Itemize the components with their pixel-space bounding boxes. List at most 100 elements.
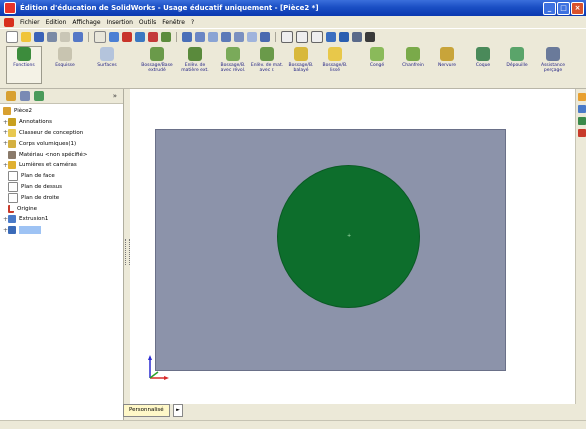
toolbar-separator — [275, 31, 276, 42]
chamfer-icon — [406, 47, 420, 61]
standard-views-icon[interactable] — [260, 31, 270, 42]
selected-item-highlight — [19, 226, 41, 235]
tree-item-lights-cameras[interactable]: + Lumières et caméras — [0, 160, 123, 171]
file-explorer-icon[interactable] — [577, 117, 586, 125]
save-icon[interactable] — [34, 31, 44, 42]
rib-icon — [440, 47, 454, 61]
shell-icon — [476, 47, 490, 61]
undo-icon[interactable] — [73, 31, 83, 42]
menu-edition[interactable]: Edition — [43, 19, 70, 26]
rotate-view-icon[interactable] — [234, 31, 244, 42]
part-icon — [3, 107, 11, 116]
sketch-plane[interactable]: + — [155, 129, 506, 371]
chamfer-button[interactable]: Chanfrein — [396, 47, 430, 68]
tree-item-annotations[interactable]: + Annotations — [0, 117, 123, 128]
hidden-removed-icon[interactable] — [311, 30, 323, 43]
extruded-boss-button[interactable]: Bossage/Base extrudé — [140, 47, 174, 73]
options-icon[interactable] — [109, 31, 119, 42]
tree-item-extrusion[interactable]: + Extrusion1 — [0, 214, 123, 225]
extrude-cut-icon — [188, 47, 202, 61]
property-manager-tab-icon[interactable] — [20, 91, 30, 101]
minimize-button[interactable]: _ — [543, 2, 556, 15]
rebuild-icon[interactable] — [60, 31, 70, 42]
new-file-icon[interactable] — [6, 30, 18, 43]
swept-boss-button[interactable]: Bossage/B. balayé — [284, 47, 318, 73]
menu-affichage[interactable]: Affichage — [69, 19, 103, 26]
zoom-icon[interactable] — [148, 31, 158, 42]
command-manager: Fonctions Esquisse Surfaces Bossage/Base… — [0, 44, 586, 89]
surfaces-icon — [100, 47, 114, 61]
close-button[interactable]: × — [571, 2, 584, 15]
rotate-icon[interactable] — [161, 31, 171, 42]
print-icon[interactable] — [47, 31, 57, 42]
maximize-button[interactable]: □ — [557, 2, 570, 15]
tree-item-part[interactable]: Pièce2 — [0, 106, 123, 117]
tab-surfaces[interactable]: Surfaces — [90, 47, 124, 68]
graphics-area[interactable]: + — [130, 89, 575, 404]
revolved-cut-button[interactable]: Enlèv. de mat. avec r. — [250, 47, 284, 73]
solid-bodies-icon — [8, 139, 16, 148]
hidden-lines-icon[interactable] — [296, 30, 308, 43]
tree-item-front-plane[interactable]: Plan de face — [0, 171, 123, 182]
select-icon[interactable] — [94, 30, 106, 43]
plane-icon — [8, 192, 18, 203]
tree-item-solid-bodies[interactable]: + Corps volumiques(1) — [0, 138, 123, 149]
tree-item-origin[interactable]: Origine — [0, 203, 123, 214]
tree-item-selected[interactable]: + — [0, 225, 123, 236]
feature-manager-tab-icon[interactable] — [6, 91, 16, 101]
origin-icon — [8, 204, 14, 213]
axis-triad-icon — [148, 355, 169, 380]
feature-manager-panel: » Pièce2 + Annotations + Classeur de con… — [0, 89, 124, 420]
hole-wizard-button[interactable]: Assistance perçage — [536, 47, 570, 73]
menu-fenetre[interactable]: Fenêtre — [159, 19, 188, 26]
lofted-boss-button[interactable]: Bossage/B. lissé — [318, 47, 352, 73]
plane-icon — [8, 181, 18, 192]
plane-icon — [8, 171, 18, 182]
zoom-fit-icon[interactable] — [182, 31, 192, 42]
tree-item-top-plane[interactable]: Plan de dessus — [0, 181, 123, 193]
configuration-manager-tab-icon[interactable] — [34, 91, 44, 101]
draft-button[interactable]: Dépouille — [500, 47, 534, 68]
fillet-button[interactable]: Congé — [360, 47, 394, 68]
menu-fichier[interactable]: Fichier — [17, 19, 43, 26]
design-library-icon[interactable] — [577, 105, 586, 113]
fillet-icon — [370, 47, 384, 61]
lights-cameras-icon — [8, 161, 16, 170]
zoom-in-out-icon[interactable] — [208, 31, 218, 42]
revolved-boss-button[interactable]: Bossage/B. avec révol. — [216, 47, 250, 73]
traffic-light-icon[interactable] — [122, 31, 132, 42]
collapse-panel-icon[interactable]: » — [113, 92, 117, 100]
open-folder-icon[interactable] — [21, 31, 31, 42]
loft-icon — [328, 47, 342, 61]
search-icon[interactable] — [577, 129, 586, 137]
pan-icon[interactable] — [247, 31, 257, 42]
tree-item-material[interactable]: Matériau <non spécifié> — [0, 149, 123, 160]
solidworks-resources-icon[interactable] — [577, 93, 586, 101]
revolve-boss-icon — [226, 47, 240, 61]
menu-insertion[interactable]: Insertion — [104, 19, 136, 26]
shaded-icon[interactable] — [339, 31, 349, 42]
window-controls: _ □ × — [543, 2, 584, 15]
zoom-area-icon[interactable] — [195, 31, 205, 42]
document-icon[interactable] — [4, 17, 14, 27]
menu-outils[interactable]: Outils — [136, 19, 159, 26]
tab-personnalise[interactable]: Personnalisé — [123, 404, 170, 417]
zoom-selection-icon[interactable] — [221, 31, 231, 42]
section-view-icon[interactable] — [352, 31, 362, 42]
shell-button[interactable]: Coque — [466, 47, 500, 68]
shaded-edges-icon[interactable] — [326, 31, 336, 42]
extruded-cut-button[interactable]: Enlèv. de matière ext. — [178, 47, 212, 73]
tab-fonctions[interactable]: Fonctions — [6, 46, 42, 84]
tree-item-design-binder[interactable]: + Classeur de conception — [0, 128, 123, 139]
tab-esquisse[interactable]: Esquisse — [48, 47, 82, 68]
tree-item-right-plane[interactable]: Plan de droite — [0, 192, 123, 203]
wireframe-icon[interactable] — [281, 30, 293, 43]
extruded-cylinder[interactable]: + — [277, 165, 420, 308]
title-bar: Édition d'éducation de SolidWorks - Usag… — [0, 0, 586, 16]
display-icon[interactable] — [365, 31, 375, 42]
menu-help[interactable]: ? — [188, 19, 197, 26]
rib-button[interactable]: Nervure — [430, 47, 464, 68]
view-orientation-icon[interactable] — [135, 31, 145, 42]
center-point-icon: + — [347, 233, 352, 239]
tab-scroll-arrow-icon[interactable]: ► — [173, 404, 183, 417]
